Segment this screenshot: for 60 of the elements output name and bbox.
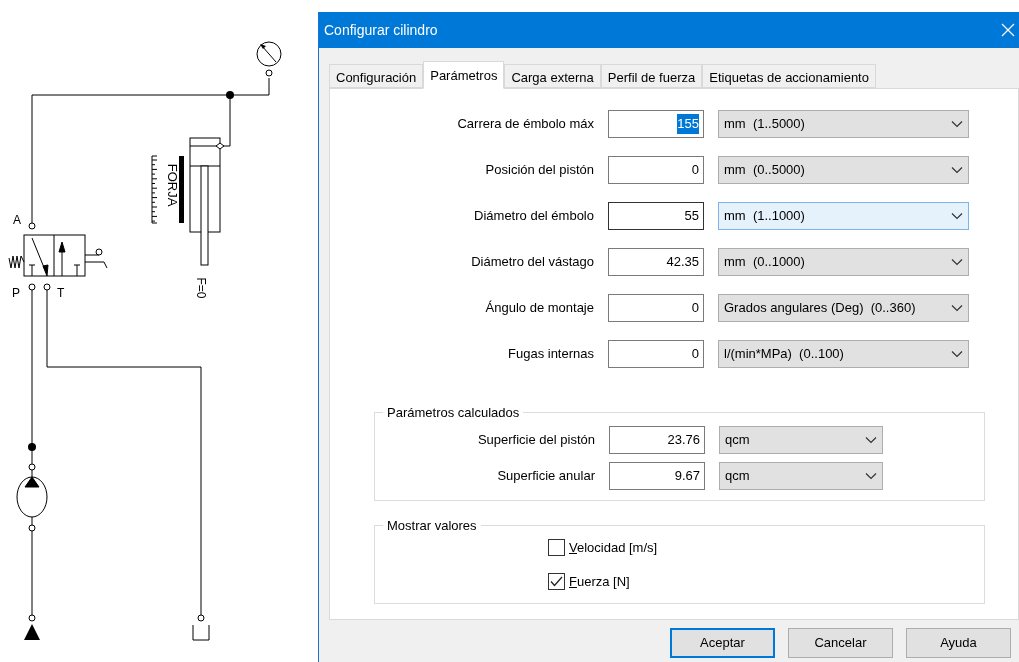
number-field[interactable]: 23.76 — [609, 426, 705, 454]
chevron-down-icon — [951, 120, 963, 128]
number-field[interactable]: 0 — [608, 340, 704, 368]
window-title: Configurar cilindro — [324, 20, 438, 40]
port-label: A — [13, 213, 21, 227]
number-field[interactable]: 55 — [608, 202, 704, 230]
junction-dot — [226, 91, 234, 99]
field-label: Superficie anular — [496, 467, 596, 486]
unit-dropdown[interactable]: l/(min*MPa) (0..100) — [718, 340, 969, 368]
scale-ruler — [151, 155, 158, 224]
field-label: Superficie del pistón — [476, 431, 596, 450]
pump-drawing — [16, 463, 48, 532]
tab[interactable]: Configuración — [329, 64, 424, 88]
chevron-down-icon — [951, 212, 963, 220]
chevron-down-icon — [951, 350, 963, 358]
chevron-down-icon — [951, 304, 963, 312]
port-label: P — [12, 286, 20, 300]
close-icon[interactable] — [1001, 23, 1015, 37]
field-label: Diámetro del vástago — [470, 253, 595, 272]
unit-dropdown[interactable]: qcm — [719, 462, 883, 490]
unit-dropdown[interactable]: mm (1..5000) — [718, 110, 969, 138]
number-field[interactable]: 155 — [608, 110, 704, 138]
number-field[interactable]: 0 — [608, 294, 704, 322]
unit-dropdown[interactable]: mm (0..5000) — [718, 156, 969, 184]
unit-dropdown[interactable]: mm (0..1000) — [718, 248, 969, 276]
junction-dot — [28, 443, 36, 451]
dialog-button[interactable]: Cancelar — [788, 628, 893, 658]
port-icon — [28, 614, 36, 622]
checkbox[interactable] — [548, 572, 565, 590]
tab[interactable]: Etiquetas de accionamiento — [702, 64, 876, 88]
unit-dropdown[interactable]: Grados angulares (Deg) (0..360) — [718, 294, 969, 322]
field-label: Ángulo de montaje — [484, 299, 595, 318]
field-label: Fugas internas — [507, 345, 595, 364]
number-field[interactable]: 0 — [608, 156, 704, 184]
load-bar — [179, 156, 184, 223]
unit-dropdown[interactable]: qcm — [719, 426, 883, 454]
field-label: Diámetro del émbolo — [473, 207, 595, 226]
load-label: FORJA — [165, 163, 180, 207]
field-label: Carrera de émbolo máx — [456, 115, 595, 134]
chevron-down-icon — [951, 258, 963, 266]
checkbox-option[interactable]: Fuerza [N] — [548, 571, 630, 591]
dialog-button[interactable]: Aceptar — [670, 628, 775, 658]
force-label: F=0 — [194, 277, 208, 299]
tab[interactable]: Perfil de fuerza — [600, 64, 703, 88]
number-field[interactable]: 42.35 — [608, 248, 704, 276]
checkbox[interactable] — [548, 539, 565, 557]
checkbox-option[interactable]: Velocidad [m/s] — [548, 538, 658, 558]
chevron-down-icon — [951, 166, 963, 174]
tab[interactable]: Carga externa — [504, 64, 601, 88]
unit-dropdown[interactable]: mm (1..1000) — [718, 202, 969, 230]
tab[interactable]: Parámetros — [423, 61, 505, 89]
number-field[interactable]: 9.67 — [609, 462, 705, 490]
chevron-down-icon — [865, 436, 877, 444]
field-label: Posición del pistón — [484, 161, 595, 180]
port-icon — [197, 614, 205, 622]
port-icon — [265, 69, 273, 77]
dialog-button[interactable]: Ayuda — [906, 628, 1011, 658]
port-icon — [28, 222, 36, 230]
port-label: T — [57, 286, 65, 300]
chevron-down-icon — [865, 472, 877, 480]
